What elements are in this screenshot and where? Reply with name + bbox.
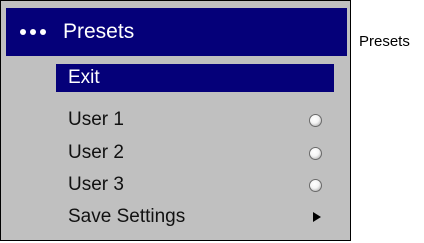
menu-item-label: Exit (68, 67, 100, 88)
menu-item-user-2[interactable]: User 2 (56, 139, 334, 167)
radio-button-icon[interactable] (309, 178, 322, 192)
menu-dots-icon (20, 29, 54, 35)
radio-button-icon[interactable] (309, 146, 322, 160)
menu-item-label: User 3 (68, 174, 124, 195)
menu-item-label: User 2 (68, 142, 124, 163)
menu-title-bar: Presets (6, 8, 347, 56)
presets-menu: Presets Exit User 1 User 2 User 3 Save S… (0, 0, 351, 241)
menu-item-user-3[interactable]: User 3 (56, 171, 334, 199)
menu-item-exit[interactable]: Exit (56, 64, 334, 92)
menu-title: Presets (63, 20, 135, 43)
menu-item-save-settings[interactable]: Save Settings (56, 203, 334, 231)
menu-item-label: Save Settings (68, 206, 186, 227)
radio-button-icon[interactable] (309, 113, 322, 127)
submenu-arrow-icon (313, 212, 321, 222)
menu-item-user-1[interactable]: User 1 (56, 106, 334, 134)
menu-item-label: User 1 (68, 109, 124, 130)
caption-label: Presets (359, 33, 410, 50)
